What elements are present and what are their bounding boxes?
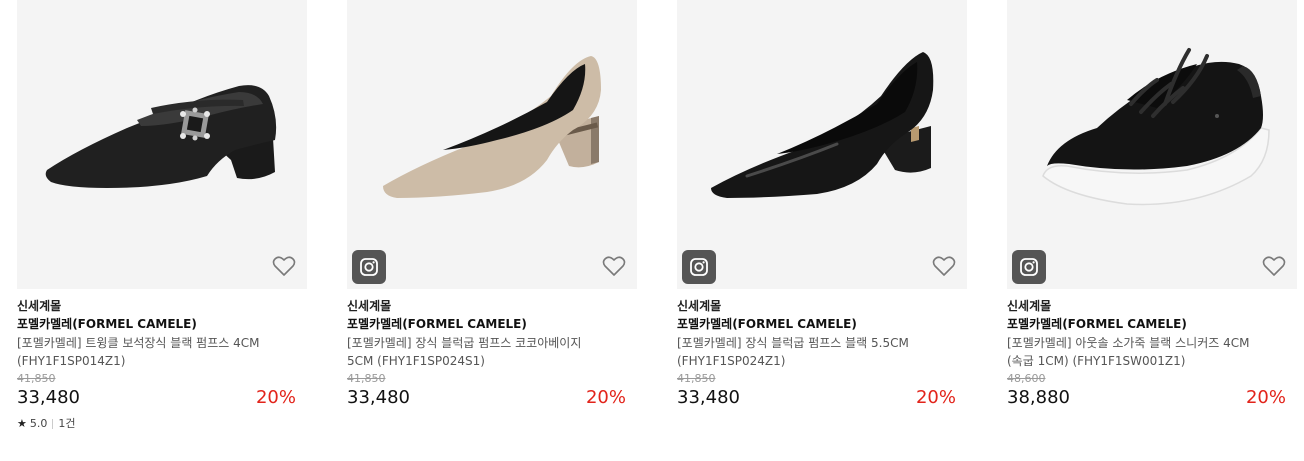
rating-summary: ★ 5.0 1건 bbox=[17, 417, 307, 431]
product-image[interactable] bbox=[17, 0, 307, 289]
product-name[interactable]: [포멜카멜레] 아웃솔 소가죽 블랙 스니커즈 4CM (속굽 1CM) (FH… bbox=[1007, 334, 1267, 370]
original-price: 48,600 bbox=[1007, 372, 1046, 385]
discount-rate: 20% bbox=[915, 387, 956, 408]
sale-price: 38,880 bbox=[1007, 387, 1070, 408]
discount-rate: 20% bbox=[1245, 387, 1286, 408]
sale-price: 33,480 bbox=[347, 387, 410, 408]
discount-rate: 20% bbox=[255, 387, 296, 408]
product-card[interactable]: 신세계몰 포멜카멜레(FORMEL CAMELE) [포멜카멜레] 아웃솔 소가… bbox=[1007, 0, 1297, 410]
instagram-icon bbox=[360, 258, 378, 276]
heart-outline-icon bbox=[932, 256, 956, 276]
instagram-badge[interactable] bbox=[1012, 250, 1046, 284]
sale-price: 33,480 bbox=[17, 387, 80, 408]
product-image[interactable] bbox=[1007, 0, 1297, 289]
divider bbox=[52, 419, 54, 429]
black-block-heel-pump-icon bbox=[711, 52, 934, 198]
instagram-icon bbox=[690, 258, 708, 276]
brand-name[interactable]: 포멜카멜레(FORMEL CAMELE) bbox=[677, 316, 967, 333]
instagram-icon bbox=[1020, 258, 1038, 276]
mall-name: 신세계몰 bbox=[1007, 299, 1052, 313]
heart-outline-icon bbox=[272, 256, 296, 276]
brand-name[interactable]: 포멜카멜레(FORMEL CAMELE) bbox=[17, 316, 307, 333]
wishlist-button[interactable] bbox=[1261, 253, 1287, 279]
black-leather-sneaker-icon bbox=[1042, 48, 1270, 206]
black-mary-jane-pump-with-jewel-icon bbox=[45, 85, 277, 188]
product-card[interactable]: 신세계몰 포멜카멜레(FORMEL CAMELE) [포멜카멜레] 장식 블럭굽… bbox=[677, 0, 967, 410]
product-card[interactable]: 신세계몰 포멜카멜레(FORMEL CAMELE) [포멜카멜레] 트윙클 보석… bbox=[17, 0, 307, 431]
product-grid: 신세계몰 포멜카멜레(FORMEL CAMELE) [포멜카멜레] 트윙클 보석… bbox=[0, 0, 1304, 461]
discount-rate: 20% bbox=[585, 387, 626, 408]
mall-name: 신세계몰 bbox=[677, 299, 722, 313]
product-name[interactable]: [포멜카멜레] 장식 블럭굽 펌프스 블랙 5.5CM (FHY1F1SP024… bbox=[677, 334, 937, 370]
star-icon: ★ bbox=[17, 417, 27, 430]
instagram-badge[interactable] bbox=[682, 250, 716, 284]
review-count: 1건 bbox=[58, 417, 76, 430]
mall-name: 신세계몰 bbox=[17, 299, 62, 313]
sale-price: 33,480 bbox=[677, 387, 740, 408]
heart-outline-icon bbox=[602, 256, 626, 276]
wishlist-button[interactable] bbox=[601, 253, 627, 279]
mall-name: 신세계몰 bbox=[347, 299, 392, 313]
product-name[interactable]: [포멜카멜레] 장식 블럭굽 펌프스 코코아베이지 5CM (FHY1F1SP0… bbox=[347, 334, 607, 370]
rating-score: 5.0 bbox=[29, 417, 48, 430]
original-price: 41,850 bbox=[677, 372, 716, 385]
wishlist-button[interactable] bbox=[271, 253, 297, 279]
product-image[interactable] bbox=[347, 0, 637, 289]
brand-name[interactable]: 포멜카멜레(FORMEL CAMELE) bbox=[1007, 316, 1297, 333]
original-price: 41,850 bbox=[17, 372, 56, 385]
product-name[interactable]: [포멜카멜레] 트윙클 보석장식 블랙 펌프스 4CM (FHY1F1SP014… bbox=[17, 334, 277, 370]
product-image[interactable] bbox=[677, 0, 967, 289]
brand-name[interactable]: 포멜카멜레(FORMEL CAMELE) bbox=[347, 316, 637, 333]
heart-outline-icon bbox=[1262, 256, 1286, 276]
original-price: 41,850 bbox=[347, 372, 386, 385]
wishlist-button[interactable] bbox=[931, 253, 957, 279]
beige-block-heel-pump-icon bbox=[383, 56, 601, 198]
product-card[interactable]: 신세계몰 포멜카멜레(FORMEL CAMELE) [포멜카멜레] 장식 블럭굽… bbox=[347, 0, 637, 410]
instagram-badge[interactable] bbox=[352, 250, 386, 284]
